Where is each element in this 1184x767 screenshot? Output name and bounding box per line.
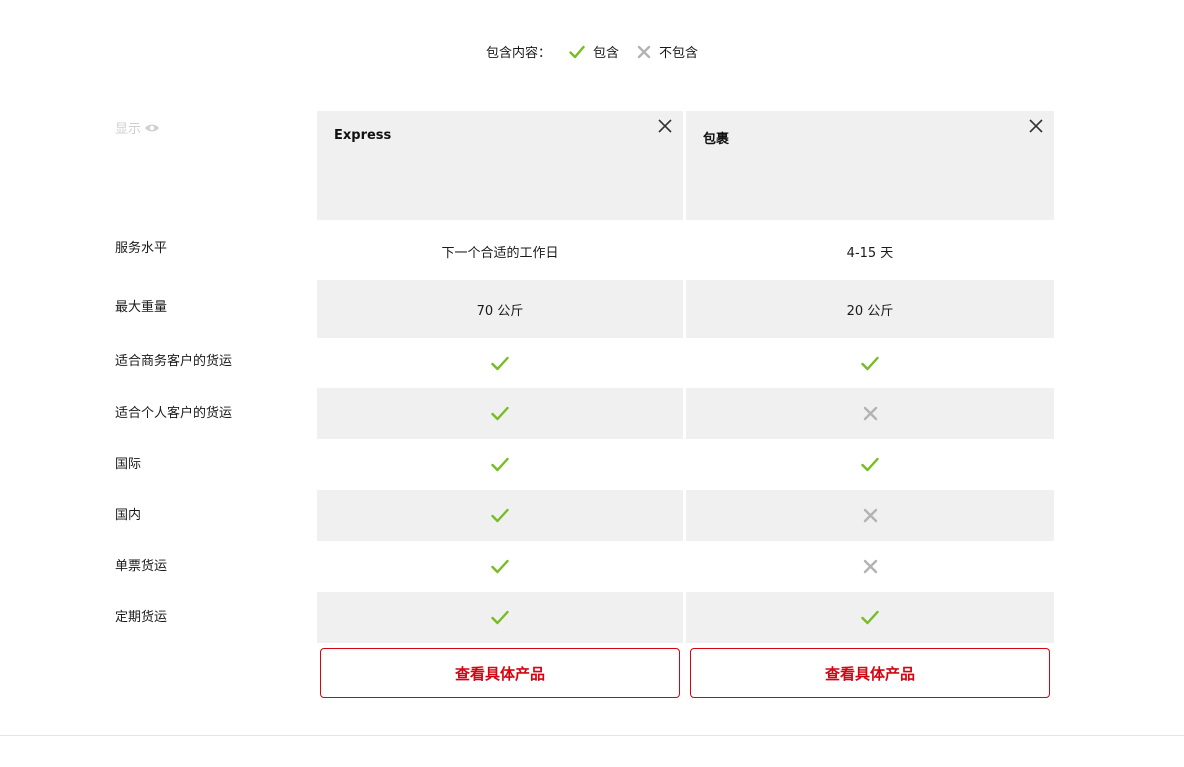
comparison-cell: [317, 541, 683, 592]
check-icon: [491, 356, 509, 370]
show-toggle-label: 显示: [115, 122, 142, 137]
check-icon: [491, 406, 509, 421]
row-label-regular-shipment: 定期货运: [115, 610, 168, 625]
product-name: 包裹: [703, 132, 730, 147]
product-column-header-parcel: 包裹: [686, 111, 1054, 220]
legend: 包含内容： 包含 不包含: [0, 42, 1184, 61]
product-column-header-express: Express: [317, 111, 683, 220]
cross-icon: [863, 559, 877, 574]
divider: [0, 735, 1184, 736]
row-label-domestic: 国内: [115, 508, 142, 523]
comparison-cell: [317, 592, 683, 643]
check-icon: [861, 457, 879, 472]
check-icon: [491, 457, 509, 472]
comparison-cell: 70 公斤: [317, 280, 683, 338]
check-icon: [861, 610, 879, 625]
legend-label: 包含内容：: [485, 46, 551, 61]
comparison-cell: [317, 388, 683, 439]
comparison-cell: [317, 490, 683, 541]
comparison-cell: [317, 338, 683, 388]
comparison-cell: [686, 541, 1054, 592]
comparison-cell: 4-15 天: [846, 246, 894, 261]
row-label-personal-shipping: 适合个人客户的货运: [115, 406, 233, 421]
cross-icon: [863, 406, 877, 421]
check-icon: [491, 559, 509, 574]
check-icon: [569, 45, 585, 58]
eye-icon: [145, 124, 160, 131]
product-name: Express: [334, 128, 392, 143]
row-label-service-level: 服务水平: [115, 241, 168, 256]
view-product-button-parcel[interactable]: 查看具体产品: [690, 648, 1050, 698]
comparison-cell: 20 公斤: [686, 280, 1054, 338]
remove-product-button[interactable]: [1028, 118, 1044, 134]
comparison-cell: [686, 592, 1054, 643]
remove-product-button[interactable]: [657, 118, 673, 134]
check-icon: [491, 508, 509, 523]
show-toggle[interactable]: 显示: [115, 118, 160, 137]
row-label-business-shipping: 适合商务客户的货运: [115, 354, 233, 369]
check-icon: [491, 610, 509, 625]
cross-icon: [863, 508, 877, 523]
comparison-cell: [686, 439, 1054, 490]
row-label-single-shipment: 单票货运: [115, 559, 168, 574]
check-icon: [861, 356, 879, 370]
legend-excluded: 不包含: [637, 42, 698, 61]
comparison-cell: [686, 490, 1054, 541]
close-icon: [658, 119, 672, 133]
comparison-cell: [686, 338, 1054, 388]
comparison-cell: [686, 388, 1054, 439]
cross-icon: [637, 45, 651, 58]
close-icon: [1029, 119, 1043, 133]
legend-excluded-label: 不包含: [659, 46, 699, 61]
legend-included-label: 包含: [592, 46, 619, 61]
comparison-cell: 下一个合适的工作日: [441, 246, 559, 261]
row-label-max-weight: 最大重量: [115, 300, 168, 315]
comparison-cell: [317, 439, 683, 490]
view-product-button-express[interactable]: 查看具体产品: [320, 648, 680, 698]
row-label-international: 国际: [115, 457, 142, 472]
legend-included: 包含: [569, 42, 619, 61]
